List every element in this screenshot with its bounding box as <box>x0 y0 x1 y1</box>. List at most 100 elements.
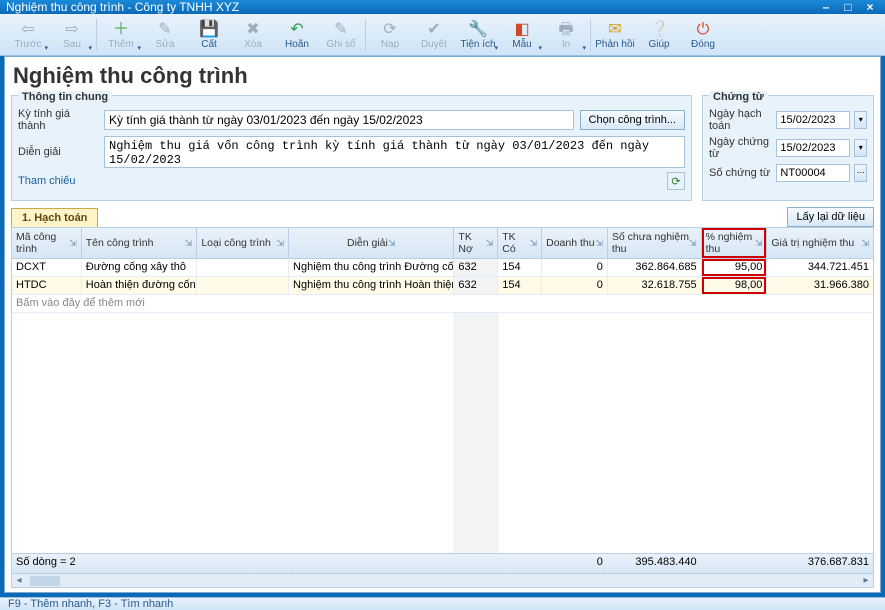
feedback-button[interactable]: ✉Phản hồi <box>593 16 637 54</box>
col-sochua[interactable]: Số chưa nghiệm thu⇲ <box>608 228 702 258</box>
delete-button[interactable]: ✖Xóa <box>231 16 275 54</box>
col-tkco[interactable]: TK Có⇲ <box>498 228 542 258</box>
table-row[interactable]: DCXT Đường cống xây thô Nghiệm thu công … <box>12 259 873 277</box>
titlebar: Nghiệm thu công trình - Công ty TNHH XYZ… <box>0 0 885 14</box>
statusbar-text: F9 - Thêm nhanh, F3 - Tìm nhanh <box>8 598 173 610</box>
power-icon: ⏻ <box>697 21 710 39</box>
window-title: Nghiệm thu công trình - Công ty TNHH XYZ <box>6 0 817 14</box>
choose-project-button[interactable]: Chọn công trình... <box>580 110 685 130</box>
voucher-date-dropdown[interactable]: ▾ <box>854 139 867 157</box>
refresh-reference-button[interactable]: ⟳ <box>667 172 685 190</box>
printer-icon: 🖶 <box>558 21 573 39</box>
period-label: Kỳ tính giá thành <box>18 108 98 132</box>
edit-button[interactable]: ✎Sửa <box>143 16 187 54</box>
voucher-no-input[interactable] <box>776 164 850 182</box>
panel-voucher-legend: Chứng từ <box>709 91 768 103</box>
col-ma[interactable]: Mã công trình⇲ <box>12 228 82 258</box>
chevron-down-icon: ▾ <box>494 44 498 52</box>
content: Nghiệm thu công trình Thông tin chung Kỳ… <box>4 56 881 593</box>
wrench-icon: 🔧 <box>468 21 488 39</box>
panel-voucher: Chứng từ Ngày hạch toán ▾ Ngày chứng từ … <box>702 95 874 201</box>
page-title: Nghiệm thu công trình <box>5 57 880 95</box>
approve-button[interactable]: ✔Duyệt <box>412 16 456 54</box>
help-icon: ❔ <box>649 21 669 39</box>
undo-icon: ↶ <box>290 21 303 39</box>
help-button[interactable]: ❔Giúp <box>637 16 681 54</box>
close-button[interactable]: ⏻Đóng <box>681 16 725 54</box>
horizontal-scrollbar[interactable]: ◂ ▸ <box>12 573 873 587</box>
pencil-icon: ✎ <box>158 21 171 39</box>
template-button[interactable]: ◧Mẫu▾ <box>500 16 544 54</box>
table-row[interactable]: HTDC Hoàn thiện đường cống Nghiệm thu cô… <box>12 277 873 295</box>
chevron-down-icon: ▾ <box>137 44 141 52</box>
footer-sochua: 395.483.440 <box>608 554 702 573</box>
col-phantram[interactable]: % nghiệm thu⇲ <box>702 228 768 258</box>
col-doanhthu[interactable]: Doanh thu⇲ <box>542 228 608 258</box>
template-icon: ◧ <box>514 21 529 39</box>
col-giatri[interactable]: Giá trị nghiệm thu⇲ <box>767 228 873 258</box>
reference-link[interactable]: Tham chiếu <box>18 175 98 187</box>
pin-icon: ⇲ <box>276 238 284 249</box>
arrow-left-icon: ⇦ <box>21 21 34 39</box>
pin-icon: ⇲ <box>388 238 396 249</box>
posting-date-input[interactable] <box>776 111 850 129</box>
toolbar: ⇦Trước▾ ⇨Sau▾ ＋Thêm▾ ✎Sửa 💾Cất ✖Xóa ↶Hoã… <box>0 14 885 56</box>
scroll-left-icon[interactable]: ◂ <box>12 575 26 586</box>
footer-giatri: 376.687.831 <box>767 554 873 573</box>
next-button[interactable]: ⇨Sau▾ <box>50 16 94 54</box>
footer-doanhthu: 0 <box>542 554 608 573</box>
grid-header: Mã công trình⇲ Tên công trình⇲ Loại công… <box>12 228 873 259</box>
footer-rowcount: Số dòng = 2 <box>12 554 197 573</box>
arrow-right-icon: ⇨ <box>65 21 78 39</box>
statusbar: F9 - Thêm nhanh, F3 - Tìm nhanh <box>0 597 885 610</box>
grid-footer: Số dòng = 2 0 395.483.440 376.687.831 <box>12 553 873 573</box>
refresh-icon: ⟳ <box>383 21 396 39</box>
col-tkno[interactable]: TK Nợ⇲ <box>454 228 498 258</box>
description-input[interactable]: Nghiệm thu giá vốn công trình kỳ tính gi… <box>104 136 685 168</box>
chevron-down-icon: ▾ <box>538 44 542 52</box>
reload-button[interactable]: ⟳Nạp <box>368 16 412 54</box>
save-button[interactable]: 💾Cất <box>187 16 231 54</box>
refresh-icon: ⟳ <box>671 175 680 188</box>
voucher-date-input[interactable] <box>776 139 850 157</box>
scroll-right-icon[interactable]: ▸ <box>859 575 873 586</box>
undo-button[interactable]: ↶Hoãn <box>275 16 319 54</box>
trash-icon: ✖ <box>246 21 259 39</box>
chevron-down-icon: ▾ <box>88 44 92 52</box>
pin-icon: ⇲ <box>530 238 538 249</box>
close-icon[interactable]: × <box>861 0 879 14</box>
pin-icon: ⇲ <box>185 238 193 249</box>
pin-icon: ⇲ <box>689 238 697 249</box>
scroll-thumb[interactable] <box>30 576 60 586</box>
col-loai[interactable]: Loại công trình⇲ <box>197 228 289 258</box>
mail-icon: ✉ <box>608 21 621 39</box>
tab-hachtoan[interactable]: 1. Hạch toán <box>11 208 98 227</box>
description-label: Diễn giải <box>18 146 98 158</box>
col-diengiai[interactable]: Diễn giải⇲ <box>289 228 454 258</box>
print-button[interactable]: 🖶In▾ <box>544 16 588 54</box>
minimize-icon[interactable]: – <box>817 0 835 14</box>
maximize-icon[interactable]: □ <box>839 0 857 14</box>
col-ten[interactable]: Tên công trình⇲ <box>82 228 198 258</box>
panel-general-legend: Thông tin chung <box>18 91 112 103</box>
chevron-down-icon: ▾ <box>582 44 586 52</box>
prev-button[interactable]: ⇦Trước▾ <box>6 16 50 54</box>
window-controls: – □ × <box>817 0 879 14</box>
chevron-down-icon: ▾ <box>44 44 48 52</box>
add-row[interactable]: Bấm vào đây để thêm mới <box>12 295 873 313</box>
util-button[interactable]: 🔧Tiện ích▾ <box>456 16 500 54</box>
posting-date-label: Ngày hạch toán <box>709 108 772 132</box>
voucher-no-button[interactable]: ⋯ <box>854 164 867 182</box>
pin-icon: ⇲ <box>755 238 763 249</box>
plus-icon: ＋ <box>113 21 129 39</box>
panel-general: Thông tin chung Kỳ tính giá thành Chọn c… <box>11 95 692 201</box>
grid-body[interactable]: DCXT Đường cống xây thô Nghiệm thu công … <box>12 259 873 553</box>
reload-data-button[interactable]: Lấy lại dữ liệu <box>787 207 874 227</box>
check-icon: ✔ <box>427 21 440 39</box>
add-button[interactable]: ＋Thêm▾ <box>99 16 143 54</box>
book-icon: ✎ <box>334 21 347 39</box>
voucher-date-label: Ngày chứng từ <box>709 136 772 160</box>
posting-date-dropdown[interactable]: ▾ <box>854 111 867 129</box>
post-button[interactable]: ✎Ghi sổ <box>319 16 363 54</box>
period-input[interactable] <box>104 110 574 130</box>
